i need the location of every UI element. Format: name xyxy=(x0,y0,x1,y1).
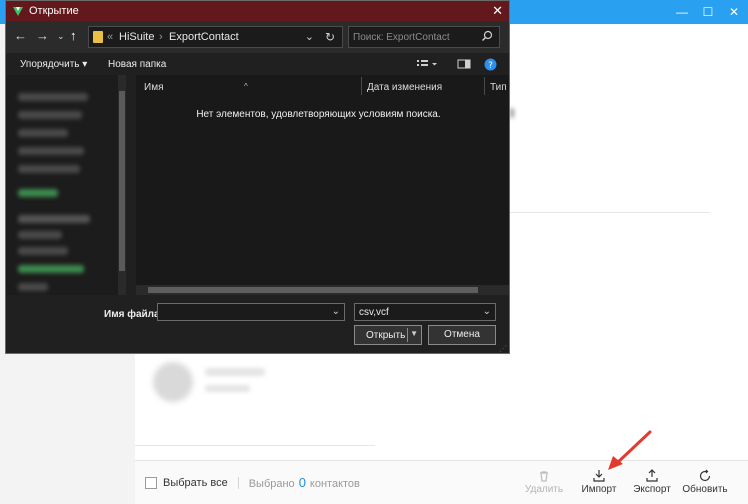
file-type-select[interactable]: csv,vcf ⌄ xyxy=(354,303,496,321)
nav-item[interactable] xyxy=(18,93,88,101)
chevron-down-icon[interactable]: ⌄ xyxy=(305,30,314,43)
select-all-control: Выбрать все Выбрано 0 контактов xyxy=(145,475,360,490)
file-list[interactable]: ^ Имя Дата изменения Тип Нет элементов, … xyxy=(136,75,509,295)
dialog-title-bar: Открытие ✕ xyxy=(6,1,509,21)
selected-number: 0 xyxy=(298,475,306,490)
select-all-label[interactable]: Выбрать все xyxy=(163,477,228,489)
breadcrumb-exportcontact[interactable]: ExportContact xyxy=(169,31,239,43)
list-item xyxy=(510,108,514,118)
selected-suffix: контактов xyxy=(309,478,360,490)
nav-item[interactable] xyxy=(18,165,80,173)
refresh-icon xyxy=(699,469,711,482)
open-label: Открыть xyxy=(366,330,406,341)
refresh-button[interactable]: Обновить xyxy=(681,469,729,495)
column-date-modified[interactable]: Дата изменения xyxy=(362,75,482,97)
scrollbar-thumb[interactable] xyxy=(148,287,478,293)
scrollbar-thumb[interactable] xyxy=(119,91,125,271)
minimize-button[interactable]: — xyxy=(676,5,688,19)
file-name-input[interactable]: ⌄ xyxy=(157,303,345,321)
column-type-label: Тип xyxy=(490,82,507,93)
nav-item[interactable] xyxy=(18,283,48,291)
file-name-pane: Имя файла: ⌄ csv,vcf ⌄ Открыть ▼ Отмена … xyxy=(6,295,509,353)
annotation-arrow-icon xyxy=(608,430,652,470)
navigation-bar: ← → ⌄ ↑ « HiSuite › ExportContact ⌄ ↻ xyxy=(6,21,509,53)
search-icon xyxy=(482,30,493,41)
open-button[interactable]: Открыть ▼ xyxy=(354,325,422,345)
navigation-pane[interactable] xyxy=(6,75,124,295)
chevron-down-icon[interactable]: ▼ xyxy=(410,329,418,338)
address-bar[interactable]: « HiSuite › ExportContact ⌄ ↻ xyxy=(88,26,343,48)
search-box[interactable] xyxy=(348,26,500,48)
divider xyxy=(237,476,239,489)
file-type-value: csv,vcf xyxy=(359,307,389,318)
export-label: Экспорт xyxy=(633,484,671,495)
preview-pane-icon[interactable] xyxy=(457,58,471,70)
dialog-close-button[interactable]: ✕ xyxy=(492,3,503,19)
refresh-icon[interactable]: ↻ xyxy=(325,30,335,44)
dialog-title: Открытие xyxy=(29,5,79,17)
nav-item[interactable] xyxy=(18,111,82,119)
hisuite-logo-icon xyxy=(13,7,23,16)
recent-locations-icon[interactable]: ⌄ xyxy=(57,29,65,43)
breadcrumb-overflow[interactable]: « xyxy=(107,31,113,43)
help-icon[interactable]: ? xyxy=(484,58,497,71)
selected-count: Выбрано 0 контактов xyxy=(249,475,360,490)
chevron-down-icon: ⌄ xyxy=(482,306,491,317)
import-label: Импорт xyxy=(581,484,617,495)
nav-item[interactable] xyxy=(18,247,68,255)
contacts-bottom-bar: Выбрать все Выбрано 0 контактов Удалить … xyxy=(135,460,748,504)
nav-item[interactable] xyxy=(18,147,84,155)
navigation-scrollbar[interactable] xyxy=(118,75,126,295)
nav-item[interactable] xyxy=(18,189,58,197)
breadcrumb-hisuite[interactable]: HiSuite xyxy=(119,31,154,43)
nav-item[interactable] xyxy=(18,215,90,223)
import-button[interactable]: Импорт xyxy=(575,469,623,495)
cancel-button[interactable]: Отмена xyxy=(428,325,496,345)
column-date-label: Дата изменения xyxy=(367,82,443,93)
svg-text:?: ? xyxy=(488,61,493,71)
folder-icon xyxy=(93,31,103,43)
divider xyxy=(407,328,408,342)
list-item xyxy=(205,385,250,392)
select-all-checkbox[interactable] xyxy=(145,476,157,489)
organize-menu[interactable]: Упорядочить ▾ xyxy=(20,59,87,70)
column-type[interactable]: Тип xyxy=(485,75,509,97)
refresh-label: Обновить xyxy=(682,484,728,495)
file-name-label: Имя файла: xyxy=(104,309,163,320)
column-name[interactable]: ^ Имя xyxy=(136,75,356,97)
trash-icon xyxy=(540,471,548,482)
horizontal-scrollbar[interactable] xyxy=(136,285,509,295)
search-input[interactable] xyxy=(353,30,478,44)
delete-label: Удалить xyxy=(524,484,564,495)
list-item xyxy=(205,368,265,376)
sort-arrow-icon: ^ xyxy=(244,82,248,91)
column-name-label: Имя xyxy=(144,82,164,93)
export-button[interactable]: Экспорт xyxy=(628,469,676,495)
avatar xyxy=(153,362,193,402)
delete-button[interactable]: Удалить xyxy=(520,469,568,495)
selected-prefix: Выбрано xyxy=(248,478,295,490)
back-arrow-icon[interactable]: ← xyxy=(14,29,27,43)
app-window-controls: — ☐ ✕ xyxy=(676,0,740,24)
new-folder-button[interactable]: Новая папка xyxy=(108,59,166,70)
forward-arrow-icon[interactable]: → xyxy=(36,29,49,43)
close-button[interactable]: ✕ xyxy=(728,5,740,19)
maximize-button[interactable]: ☐ xyxy=(702,5,714,19)
nav-item[interactable] xyxy=(18,129,68,137)
resize-grip-icon[interactable]: ⋰ xyxy=(499,344,507,353)
open-file-dialog: Открытие ✕ ← → ⌄ ↑ « HiSuite › ExportCon… xyxy=(5,0,510,354)
nav-item[interactable] xyxy=(18,265,84,273)
up-arrow-icon[interactable]: ↑ xyxy=(70,29,77,43)
chevron-down-icon[interactable]: ⌄ xyxy=(332,306,340,317)
divider xyxy=(510,212,710,213)
nav-item[interactable] xyxy=(18,231,62,239)
view-options-icon[interactable] xyxy=(416,58,438,70)
divider xyxy=(135,445,375,446)
breadcrumb-separator: › xyxy=(159,31,163,43)
command-bar: Упорядочить ▾ Новая папка ? xyxy=(6,53,509,75)
empty-message: Нет элементов, удовлетворяющих условиям … xyxy=(196,109,441,120)
